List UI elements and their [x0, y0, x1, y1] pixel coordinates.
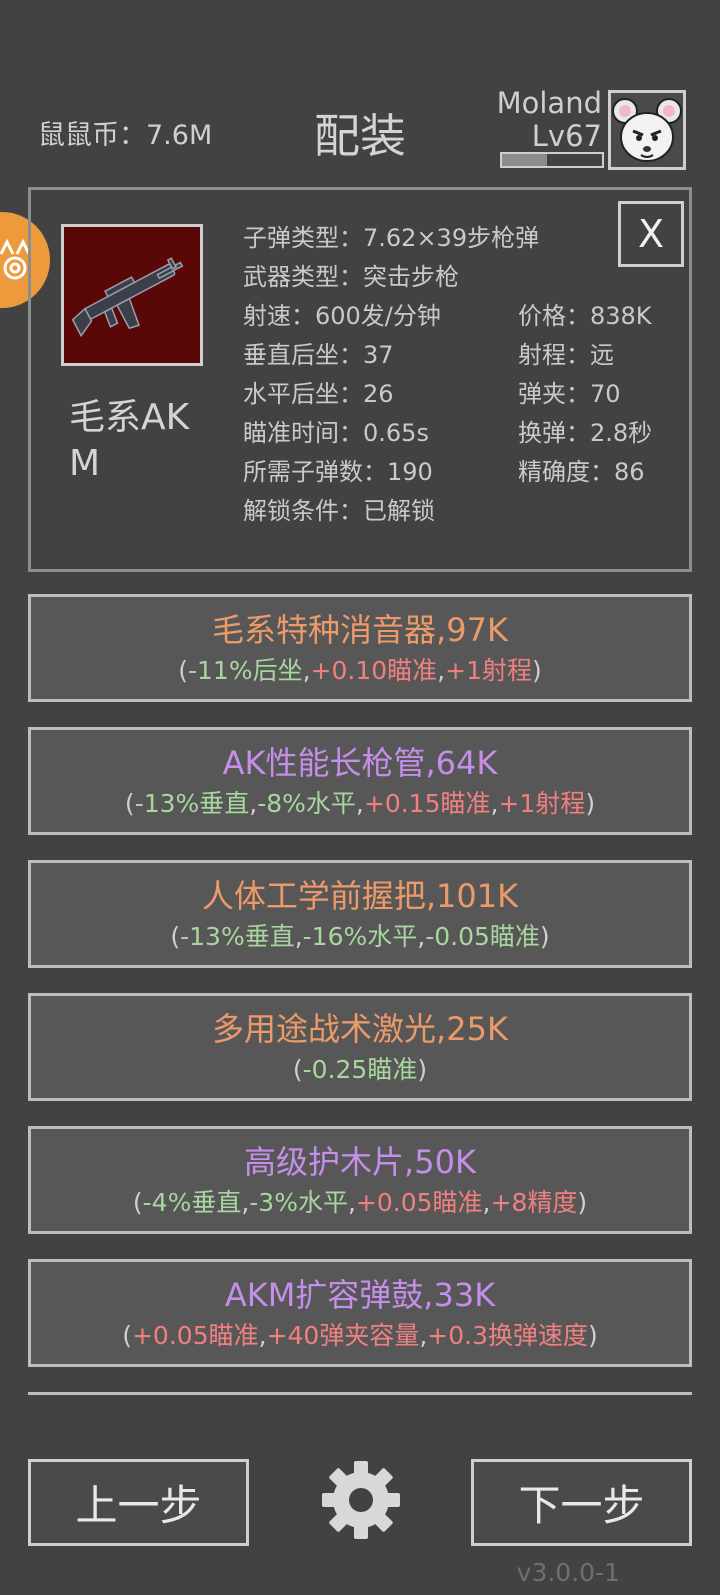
attachment-title: 毛系特种消音器,97K: [212, 611, 508, 649]
attachment-effects: (-0.25瞄准): [292, 1055, 428, 1084]
weapon-stat-row: 子弹类型：7.62×39步枪弹: [243, 218, 539, 253]
weapon-image: [61, 224, 203, 366]
attachment-option[interactable]: 高级护木片,50K (-4%垂直,-3%水平,+0.05瞄准,+8精度): [28, 1126, 692, 1234]
effect-text: -11%后坐: [188, 656, 303, 685]
effect-text: +0.3换弹速度: [427, 1321, 588, 1350]
rifle-icon: [71, 257, 184, 338]
stat-value: 26: [363, 380, 394, 408]
stat-value: 37: [363, 341, 394, 369]
attachment-title: 高级护木片,50K: [244, 1143, 476, 1181]
stat-value: 7.62×39步枪弹: [363, 224, 540, 252]
attachment-title: 人体工学前握把,101K: [201, 877, 519, 915]
attachment-effects: (+0.05瞄准,+40弹夹容量,+0.3换弹速度): [122, 1321, 598, 1350]
stat-value: 600发/分钟: [315, 302, 441, 330]
attachment-effects: (-4%垂直,-3%水平,+0.05瞄准,+8精度): [132, 1188, 588, 1217]
stat-label: 精确度：: [518, 458, 614, 486]
attachment-option[interactable]: AKM扩容弹鼓,33K (+0.05瞄准,+40弹夹容量,+0.3换弹速度): [28, 1259, 692, 1367]
stat-label: 武器类型：: [243, 263, 363, 291]
close-button[interactable]: X: [618, 201, 684, 267]
effect-text: -4%垂直: [142, 1188, 242, 1217]
attachment-effects: (-13%垂直,-8%水平,+0.15瞄准,+1射程): [124, 789, 596, 818]
attachment-option[interactable]: 人体工学前握把,101K (-13%垂直,-16%水平,-0.05瞄准): [28, 860, 692, 968]
stat-label: 水平后坐：: [243, 380, 363, 408]
stat-label: 射程：: [518, 341, 590, 369]
attachment-title: AKM扩容弹鼓,33K: [224, 1276, 496, 1314]
attachment-option[interactable]: 多用途战术激光,25K (-0.25瞄准): [28, 993, 692, 1101]
weapon-stat-row: 水平后坐：26: [243, 374, 394, 409]
next-step-button[interactable]: 下一步: [471, 1459, 692, 1546]
effect-text: +1射程: [498, 789, 586, 818]
weapon-stat-row: 换弹：2.8秒: [518, 413, 652, 448]
effect-text: +1射程: [445, 656, 532, 685]
effect-text: +0.15瞄准: [363, 789, 491, 818]
version-label: v3.0.0-1: [516, 1558, 620, 1587]
stat-value: 86: [614, 458, 645, 486]
stat-value: 突击步枪: [363, 263, 459, 291]
attachment-effects: (-11%后坐,+0.10瞄准,+1射程): [178, 656, 542, 685]
weapon-stat-row: 武器类型：突击步枪: [243, 257, 459, 292]
stat-value: 838K: [590, 302, 652, 330]
weapon-stat-row: 垂直后坐：37: [243, 335, 394, 370]
xp-progress-fill: [502, 154, 547, 166]
weapon-detail-panel: 毛系AKM X 子弹类型：7.62×39步枪弹 武器类型：突击步枪 射速：600发/…: [28, 187, 692, 572]
stat-value: 70: [590, 380, 621, 408]
stat-label: 解锁条件：: [243, 497, 363, 525]
stat-label: 射速：: [243, 302, 315, 330]
weapon-stat-row: 价格：838K: [518, 296, 652, 331]
weapon-stat-row: 射速：600发/分钟: [243, 296, 441, 331]
attachment-title: 多用途战术激光,25K: [212, 1010, 508, 1048]
stat-value: 0.65s: [363, 419, 429, 447]
effect-text: +0.05瞄准: [131, 1321, 259, 1350]
stat-label: 垂直后坐：: [243, 341, 363, 369]
stat-value: 远: [590, 341, 614, 369]
effect-text: -0.25瞄准: [302, 1055, 418, 1084]
effect-text: -3%水平: [249, 1188, 348, 1217]
mouse-avatar-icon: [612, 98, 682, 162]
attachment-option[interactable]: AK性能长枪管,64K (-13%垂直,-8%水平,+0.15瞄准,+1射程): [28, 727, 692, 835]
effect-text: +0.05瞄准: [355, 1188, 483, 1217]
weapon-stat-row: 射程：远: [518, 335, 614, 370]
prev-step-button[interactable]: 上一步: [28, 1459, 249, 1546]
stat-label: 弹夹：: [518, 380, 590, 408]
effect-text: -8%水平: [257, 789, 356, 818]
xp-progress-bar: [500, 152, 604, 168]
stat-value: 190: [387, 458, 433, 486]
stat-label: 换弹：: [518, 419, 590, 447]
player-name: Moland: [496, 86, 602, 120]
weapon-stat-row: 精确度：86: [518, 452, 645, 487]
stat-value: 已解锁: [363, 497, 435, 525]
attachment-option[interactable]: 毛系特种消音器,97K (-11%后坐,+0.10瞄准,+1射程): [28, 594, 692, 702]
settings-gear-icon[interactable]: [318, 1457, 404, 1543]
stat-label: 子弹类型：: [243, 224, 363, 252]
weapon-name: 毛系AKM: [69, 397, 190, 484]
player-level: Lv67: [531, 119, 602, 153]
weapon-stat-row: 弹夹：70: [518, 374, 621, 409]
effect-text: +8精度: [490, 1188, 578, 1217]
player-avatar[interactable]: [608, 90, 686, 170]
weapon-stat-row: 瞄准时间：0.65s: [243, 413, 429, 448]
effect-text: -13%垂直: [180, 922, 295, 951]
effect-text: -0.05瞄准: [425, 922, 540, 951]
stat-value: 2.8秒: [590, 419, 653, 447]
effect-text: +0.10瞄准: [310, 656, 438, 685]
effect-text: -13%垂直: [134, 789, 250, 818]
stat-label: 瞄准时间：: [243, 419, 363, 447]
weapon-stat-row: 解锁条件：已解锁: [243, 491, 435, 526]
effect-text: +40弹夹容量: [266, 1321, 420, 1350]
attachment-effects: (-13%垂直,-16%水平,-0.05瞄准): [170, 922, 550, 951]
weapon-stat-row: 所需子弹数：190: [243, 452, 433, 487]
stat-label: 价格：: [518, 302, 590, 330]
stat-label: 所需子弹数：: [243, 458, 387, 486]
effect-text: -16%水平: [302, 922, 418, 951]
attachment-title: AK性能长枪管,64K: [222, 744, 498, 782]
